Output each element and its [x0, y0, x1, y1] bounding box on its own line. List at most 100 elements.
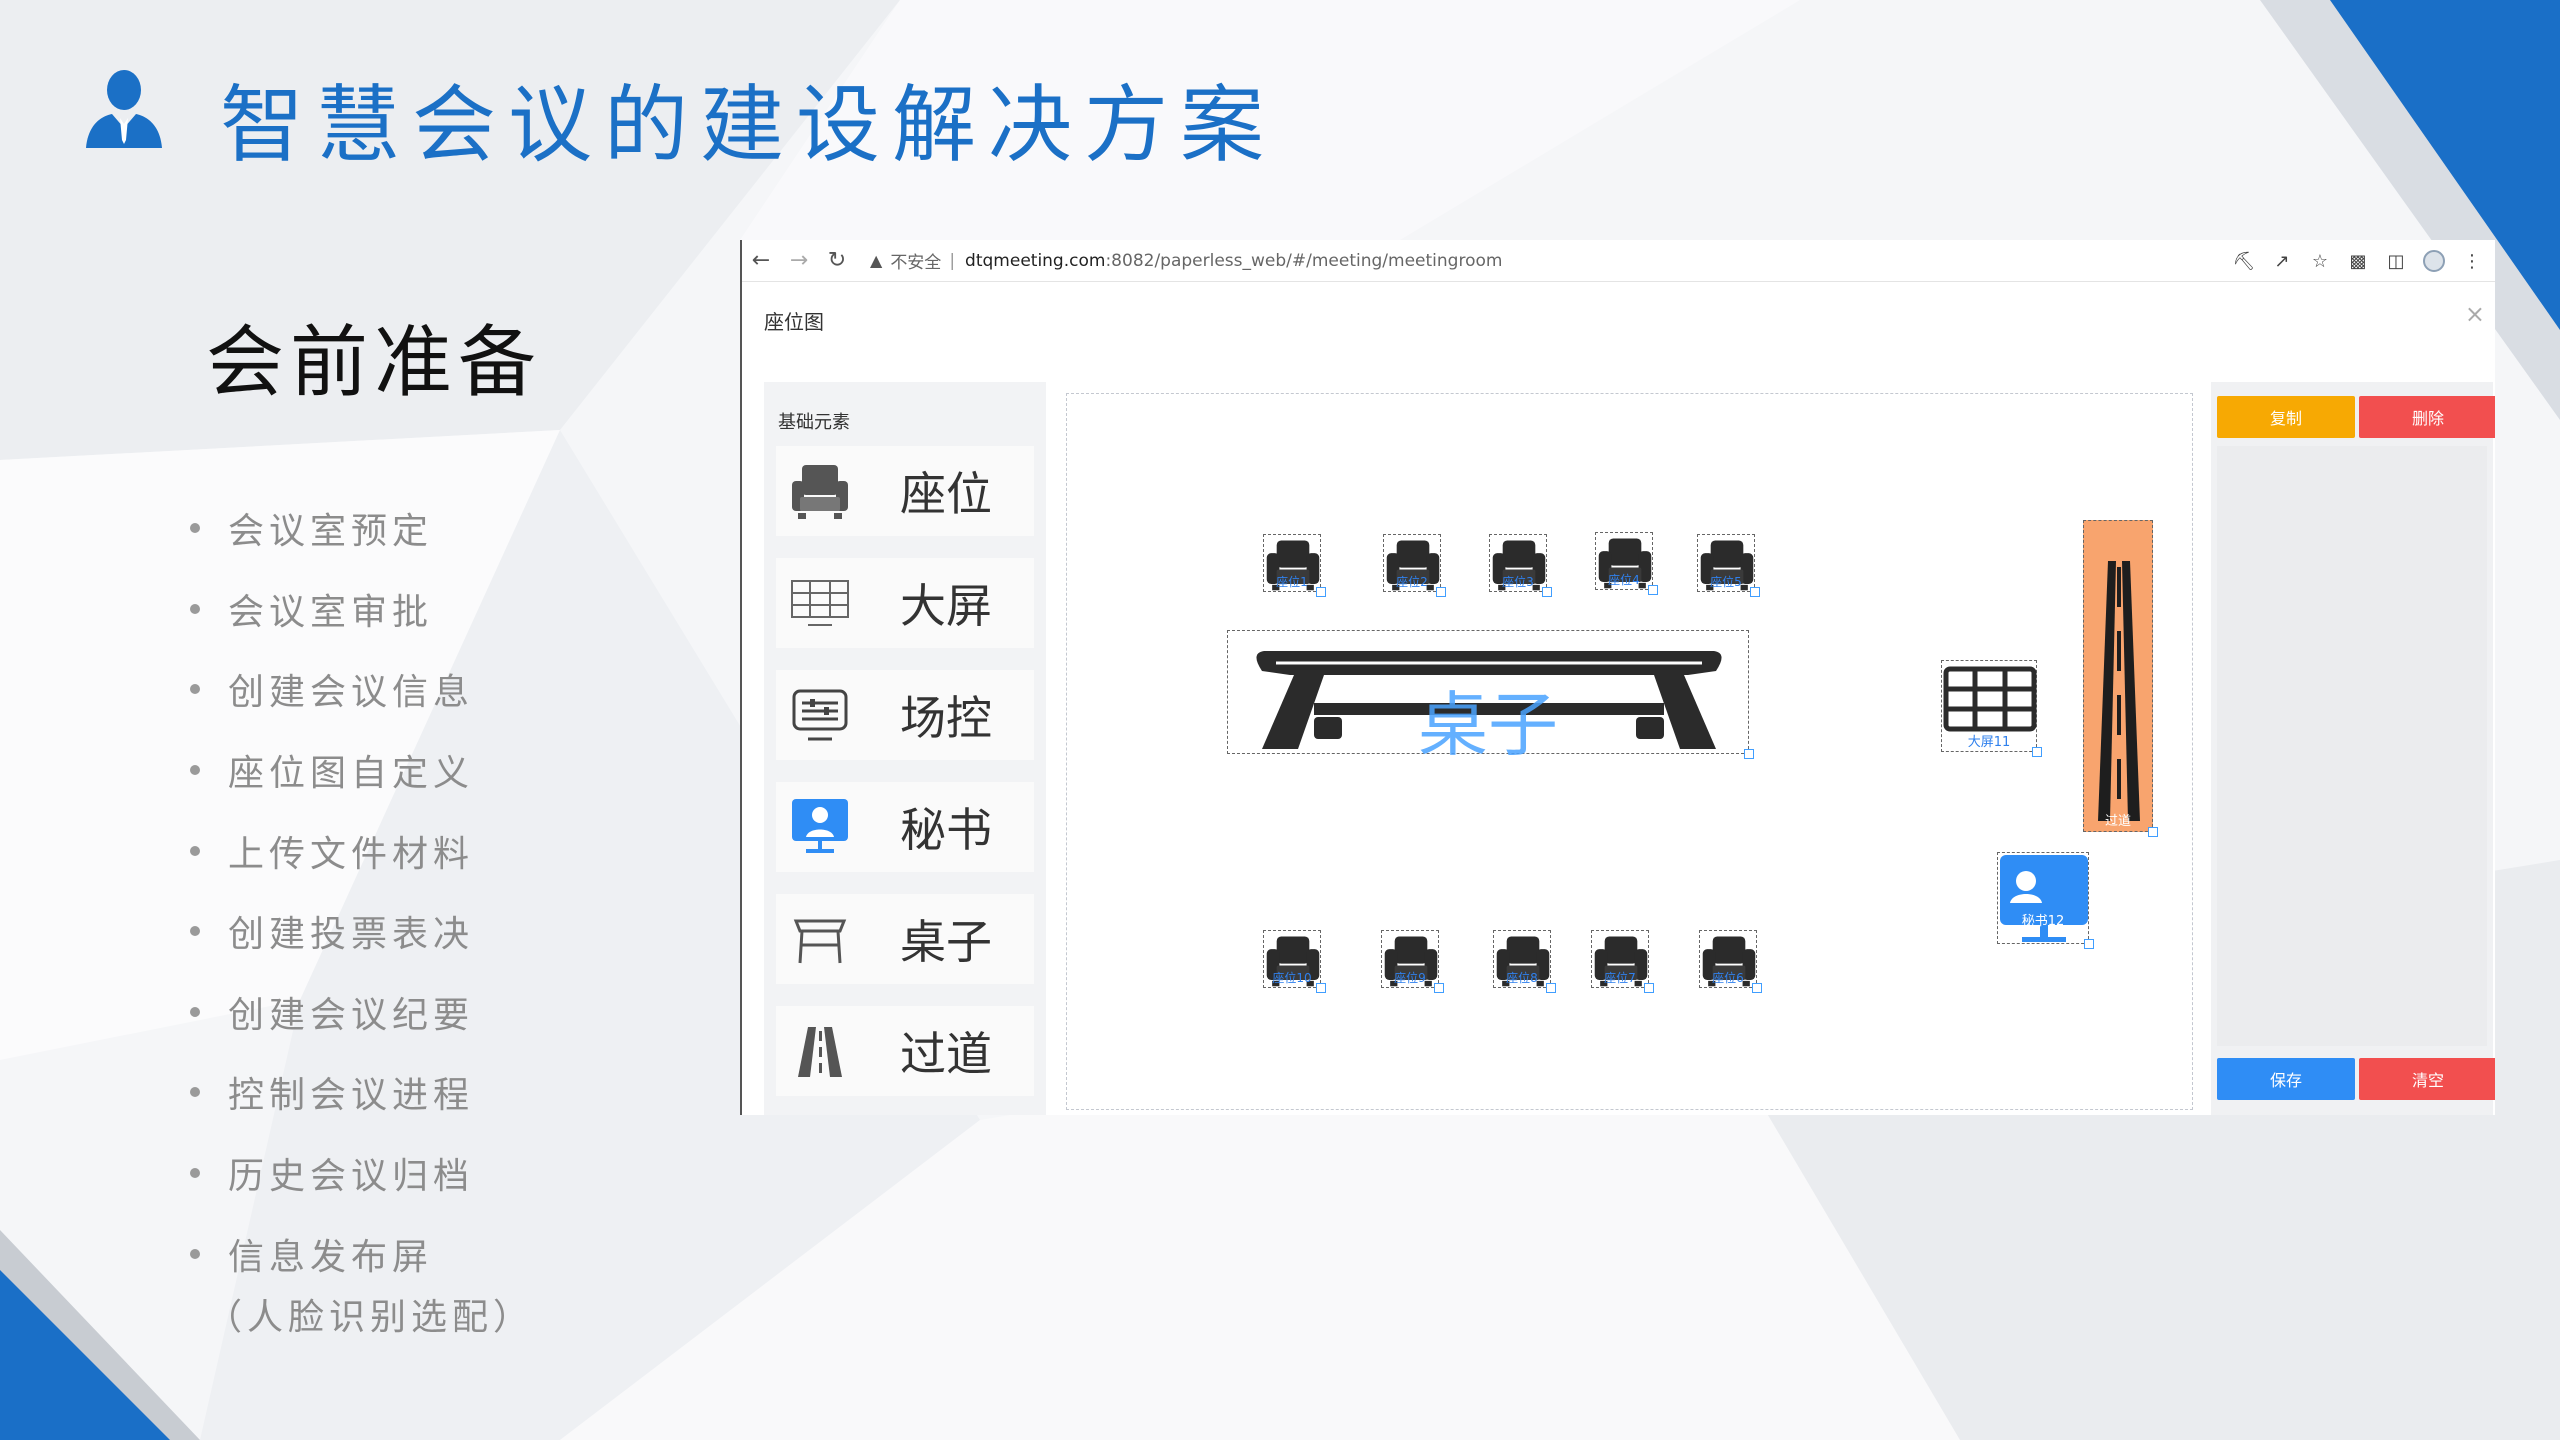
screen-icon	[791, 580, 849, 626]
element-palette: 基础元素 座位 大屏 场控 秘书 桌子 过道	[764, 382, 1046, 1115]
list-item: 信息发布屏	[190, 1213, 474, 1294]
seat[interactable]: 座位3	[1489, 534, 1552, 597]
bullet-dot	[190, 1248, 200, 1259]
resize-handle[interactable]	[1644, 983, 1654, 993]
bullet-dot	[190, 1087, 200, 1098]
seat-label: 座位6	[1712, 971, 1744, 985]
resize-handle[interactable]	[1434, 983, 1444, 993]
address-bar[interactable]: ▲ 不安全 | dtqmeeting.com :8082/paperless_w…	[870, 240, 1502, 282]
big-screen[interactable]: 大屏11	[1941, 660, 2042, 757]
bullet-dot	[190, 684, 200, 695]
resize-handle[interactable]	[2148, 827, 2158, 837]
resize-handle[interactable]	[1316, 983, 1326, 993]
control-icon	[792, 689, 848, 741]
reload-icon[interactable]: ↻	[818, 240, 856, 282]
seat[interactable]: 座位5	[1697, 534, 1760, 597]
list-item: 会议室审批	[190, 569, 474, 650]
url-host: dtqmeeting.com	[965, 250, 1106, 271]
screen-icon	[1943, 666, 2037, 732]
secretary-station[interactable]: 秘书12	[1997, 852, 2094, 949]
seat[interactable]: 座位8	[1493, 930, 1556, 993]
address-separator: |	[949, 250, 956, 271]
share-icon[interactable]: ↗	[2263, 251, 2301, 272]
slide-title: 智慧会议的建设解决方案	[220, 76, 1277, 174]
resize-handle[interactable]	[1542, 587, 1552, 597]
profile-icon[interactable]	[2415, 250, 2453, 272]
extension-icon[interactable]: ▩	[2339, 251, 2377, 272]
key-icon[interactable]: ⛏	[2225, 251, 2263, 272]
resize-handle[interactable]	[1750, 587, 1760, 597]
palette-item-label: 秘书	[900, 803, 992, 857]
save-button[interactable]: 保存	[2217, 1058, 2355, 1100]
property-area	[2217, 446, 2487, 1046]
secretary-icon	[792, 799, 848, 853]
seat[interactable]: 座位7	[1591, 930, 1654, 993]
palette-item-seat[interactable]: 座位	[776, 446, 1034, 536]
resize-handle[interactable]	[1744, 749, 1754, 759]
list-item: 控制会议进程	[190, 1052, 474, 1133]
seat-label: 座位7	[1604, 971, 1636, 985]
seat-label: 座位4	[1608, 573, 1640, 587]
palette-item-table[interactable]: 桌子	[776, 894, 1034, 984]
bullet-dot	[190, 1168, 200, 1179]
seat-label: 座位10	[1272, 971, 1312, 985]
palette-item-screen[interactable]: 大屏	[776, 558, 1034, 648]
seat-map-canvas[interactable]: 座位1 座位2 座位3 座位4 座位5 桌子 大屏11 过道 秘书12 座位10…	[1066, 393, 2193, 1110]
seat-label: 座位2	[1396, 575, 1428, 589]
palette-item-label: 大屏	[900, 579, 992, 633]
palette-item-secretary[interactable]: 秘书	[776, 782, 1034, 872]
menu-icon[interactable]: ⋮	[2453, 251, 2491, 272]
seat-label: 座位8	[1506, 971, 1538, 985]
resize-handle[interactable]	[1316, 587, 1326, 597]
palette-item-label: 场控	[900, 691, 992, 745]
resize-handle[interactable]	[1752, 983, 1762, 993]
browser-window: ← → ↻ ▲ 不安全 | dtqmeeting.com :8082/paper…	[740, 240, 2495, 1115]
seat[interactable]: 座位4	[1595, 532, 1658, 595]
aisle-icon	[2098, 561, 2140, 821]
bullet-dot	[190, 765, 200, 776]
close-icon[interactable]: ×	[2465, 300, 2485, 328]
modal-title: 座位图	[764, 310, 824, 334]
forward-icon[interactable]: →	[780, 240, 818, 282]
list-item: 上传文件材料	[190, 810, 474, 891]
seat[interactable]: 座位6	[1699, 930, 1762, 993]
palette-item-aisle[interactable]: 过道	[776, 1006, 1034, 1096]
seat-icon	[792, 465, 848, 519]
bullet-dot	[190, 603, 200, 614]
star-icon[interactable]: ☆	[2301, 251, 2339, 272]
sidepanel-icon[interactable]: ◫	[2377, 251, 2415, 272]
browser-actions: ⛏ ↗ ☆ ▩ ◫ ⋮	[2225, 240, 2491, 282]
resize-handle[interactable]	[1436, 587, 1446, 597]
copy-button[interactable]: 复制	[2217, 396, 2355, 438]
resize-handle[interactable]	[2084, 939, 2094, 949]
list-item: 创建会议纪要	[190, 972, 474, 1053]
palette-item-control[interactable]: 场控	[776, 670, 1034, 760]
clear-button[interactable]: 清空	[2359, 1058, 2495, 1100]
secretary-icon	[2000, 855, 2088, 942]
list-item: 座位图自定义	[190, 730, 474, 811]
resize-handle[interactable]	[1648, 585, 1658, 595]
palette-heading: 基础元素	[778, 412, 850, 433]
resize-handle[interactable]	[1546, 983, 1556, 993]
table-label: 桌子	[1418, 684, 1558, 766]
bullet-dot	[190, 926, 200, 937]
seat[interactable]: 座位9	[1381, 930, 1444, 993]
seat-label: 座位3	[1502, 575, 1534, 589]
property-panel: 复制 删除 保存 清空	[2211, 382, 2495, 1115]
seat[interactable]: 座位2	[1383, 534, 1446, 597]
conference-table[interactable]: 桌子	[1227, 630, 1754, 766]
security-label: 不安全	[890, 253, 942, 273]
warning-icon: ▲	[870, 251, 883, 270]
back-icon[interactable]: ←	[742, 240, 780, 282]
screen-label: 大屏11	[1967, 735, 2011, 750]
seat-label: 座位9	[1394, 971, 1426, 985]
resize-handle[interactable]	[2032, 747, 2042, 757]
aisle[interactable]: 过道	[2083, 520, 2158, 837]
secretary-label: 秘书12	[2021, 914, 2065, 929]
delete-button[interactable]: 删除	[2359, 396, 2495, 438]
bullet-dot	[190, 523, 200, 534]
seat[interactable]: 座位10	[1263, 930, 1326, 993]
seat-label: 座位5	[1710, 575, 1742, 589]
feature-list: 会议室预定 会议室审批 创建会议信息 座位图自定义 上传文件材料 创建投票表决 …	[190, 488, 474, 1294]
seat[interactable]: 座位1	[1263, 534, 1326, 597]
